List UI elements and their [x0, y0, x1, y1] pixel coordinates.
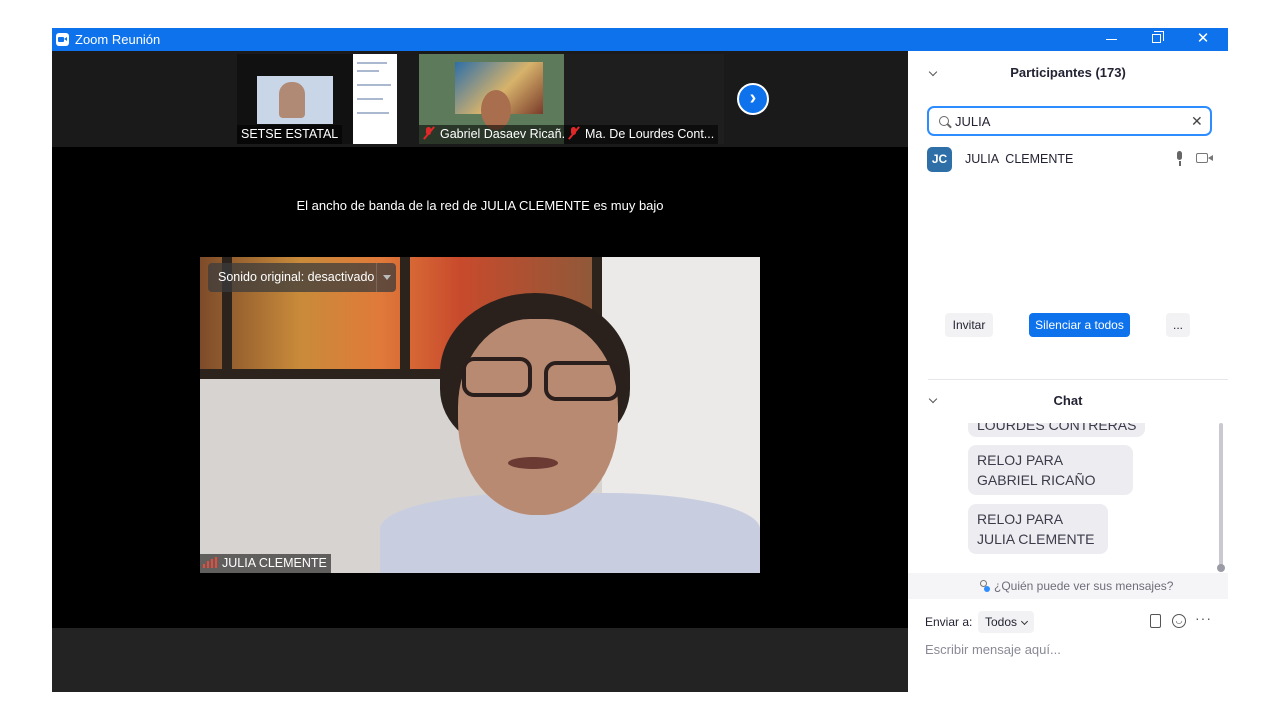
send-to-dropdown[interactable]: Todos — [978, 611, 1035, 633]
more-options-button[interactable]: ... — [1166, 313, 1190, 337]
muted-mic-icon — [568, 127, 580, 140]
title-bar: Zoom Reunión ✕ — [52, 28, 1228, 51]
people-icon — [978, 580, 991, 592]
side-panel: Participantes (173) JULIA ✕ JC JULIA CLE… — [908, 51, 1228, 692]
chat-title: Chat — [1053, 393, 1083, 408]
participant-name: JULIA CLEMENTE — [965, 152, 1074, 166]
video-camera-icon[interactable] — [1196, 153, 1213, 163]
invite-button[interactable]: Invitar — [945, 313, 993, 337]
thumbnail-name: SETSE ESTATAL — [237, 125, 343, 144]
painting-frame — [400, 257, 410, 375]
speaker-name-tag: JULIA CLEMENTE — [200, 554, 331, 573]
thumbnail-name: Ma. De Lourdes Cont... — [564, 125, 719, 144]
poor-connection-icon — [203, 557, 218, 568]
caret-down-icon — [383, 275, 391, 280]
avatar: JC — [927, 147, 952, 172]
chat-message-input[interactable]: Escribir mensaje aquí... — [925, 642, 1215, 664]
participant-video-image — [481, 90, 511, 130]
participant-thumbnail[interactable]: SETSE ESTATAL — [237, 54, 397, 144]
thumbnail-name-text: SETSE ESTATAL — [241, 127, 339, 141]
chevron-down-icon — [1020, 617, 1029, 626]
muted-mic-icon — [423, 127, 435, 140]
chevron-down-icon[interactable] — [928, 394, 938, 404]
bandwidth-warning: El ancho de banda de la red de JULIA CLE… — [296, 198, 664, 213]
restore-icon — [1152, 31, 1164, 43]
speaker-name-text: JULIA CLEMENTE — [222, 556, 327, 570]
video-area: SETSE ESTATAL Gabriel Dasaev Ricañ... Ma… — [52, 51, 908, 692]
mute-all-button[interactable]: Silenciar a todos — [1029, 313, 1130, 337]
thumbnail-name: Gabriel Dasaev Ricañ... — [419, 125, 577, 144]
speaker-mouth — [508, 457, 558, 469]
original-sound-toggle[interactable]: Sonido original: desactivado — [208, 263, 396, 292]
chat-header: Chat — [908, 379, 1228, 423]
next-page-button[interactable]: › — [737, 83, 769, 115]
scroll-down-indicator[interactable] — [1217, 564, 1225, 572]
chat-message: LOURDES CONTRERAS — [968, 423, 1146, 437]
chat-message: RELOJ PARA JULIA CLEMENTE — [968, 504, 1108, 554]
chevron-down-icon[interactable] — [928, 67, 938, 77]
speaker-glasses — [544, 361, 620, 401]
send-to-label: Enviar a: — [925, 615, 973, 629]
send-to-value: Todos — [985, 615, 1018, 629]
message-visibility-text: ¿Quién puede ver sus mensajes? — [994, 579, 1174, 593]
thumbnail-name-text: Gabriel Dasaev Ricañ... — [440, 127, 573, 141]
zoom-window: Zoom Reunión ✕ SETSE ESTATAL Gabriel Das… — [52, 28, 1228, 692]
window-title: Zoom Reunión — [75, 32, 161, 47]
original-sound-label: Sonido original: desactivado — [218, 270, 375, 284]
main-stage: El ancho de banda de la red de JULIA CLE… — [52, 147, 908, 628]
file-icon[interactable] — [1150, 614, 1161, 628]
participant-thumbnail[interactable]: Ma. De Lourdes Cont... — [564, 54, 724, 144]
close-icon: ✕ — [1196, 30, 1210, 47]
message-visibility-link[interactable]: ¿Quién puede ver sus mensajes? — [908, 573, 1228, 599]
thumbnail-name-text: Ma. De Lourdes Cont... — [585, 127, 715, 141]
participant-search-input[interactable]: JULIA ✕ — [927, 106, 1212, 136]
more-icon[interactable]: ··· — [1195, 610, 1212, 626]
meeting-toolbar — [52, 628, 908, 692]
zoom-app-icon — [56, 33, 69, 46]
chevron-right-icon: › — [749, 87, 757, 109]
chat-message: RELOJ PARA GABRIEL RICAÑO — [968, 445, 1133, 495]
speaker-glasses — [462, 357, 532, 397]
participants-title: Participantes (173) — [1010, 65, 1126, 80]
search-value: JULIA — [955, 114, 991, 129]
microphone-icon[interactable] — [1176, 151, 1184, 167]
chat-messages[interactable]: LOURDES CONTRERAS RELOJ PARA GABRIEL RIC… — [908, 423, 1228, 573]
send-to-row: Enviar a: Todos ◡ ··· — [925, 610, 1225, 634]
participant-row[interactable]: JC JULIA CLEMENTE — [927, 147, 1217, 173]
minimize-button[interactable] — [1089, 28, 1135, 51]
speaker-face — [458, 319, 618, 515]
thumbnail-strip: SETSE ESTATAL Gabriel Dasaev Ricañ... Ma… — [52, 51, 908, 147]
participant-thumbnail[interactable]: Gabriel Dasaev Ricañ... — [419, 54, 579, 144]
participant-video-image — [279, 82, 305, 118]
minimize-icon — [1106, 39, 1117, 40]
participants-header: Participantes (173) — [908, 51, 1228, 95]
restore-button[interactable] — [1134, 28, 1180, 51]
active-speaker-video[interactable]: Sonido original: desactivado JULIA CLEME… — [200, 257, 760, 573]
search-icon — [939, 116, 949, 126]
clear-search-icon[interactable]: ✕ — [1191, 113, 1203, 130]
chat-scrollbar[interactable] — [1219, 423, 1223, 568]
shared-document-image — [353, 54, 397, 144]
emoji-icon[interactable]: ◡ — [1172, 614, 1186, 628]
close-button[interactable]: ✕ — [1180, 28, 1226, 51]
